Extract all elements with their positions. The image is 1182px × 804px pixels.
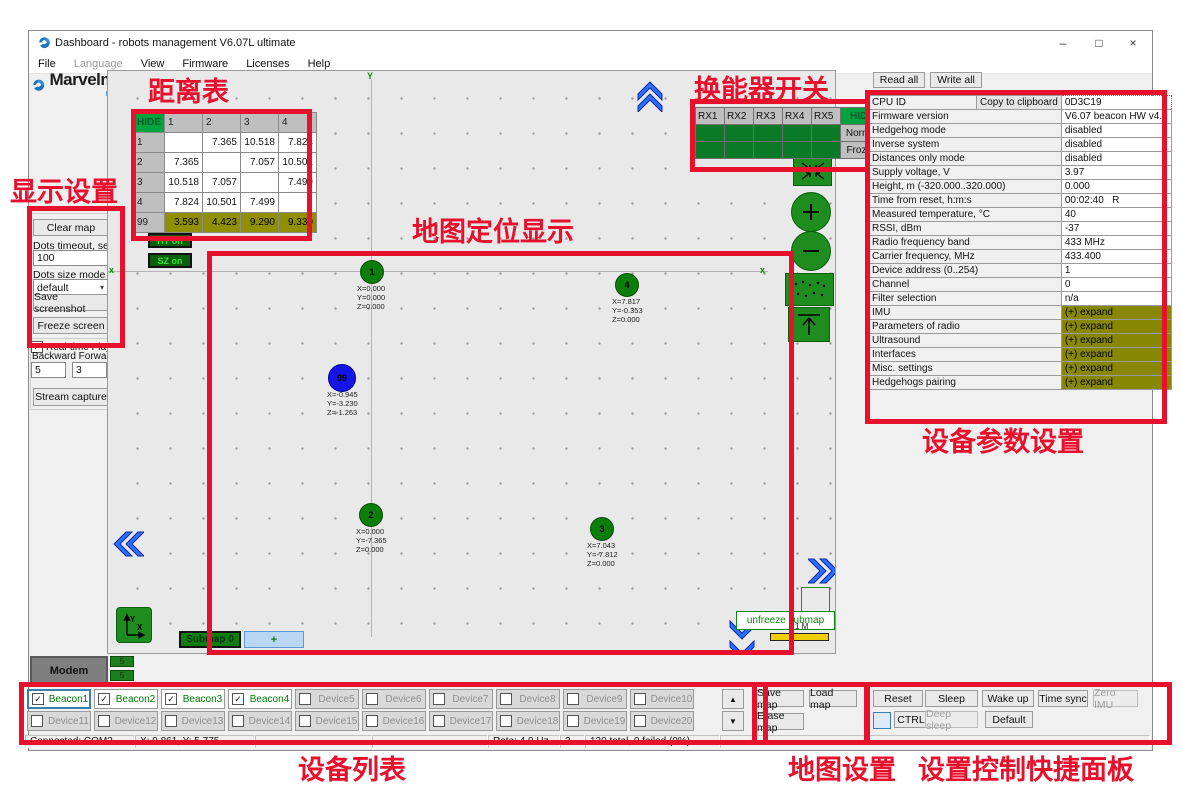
- annotation-box-display-settings: [27, 206, 125, 348]
- annotation-label-map-settings: 地图设置: [788, 748, 896, 787]
- close-button[interactable]: ×: [1116, 31, 1150, 54]
- zoom-out-button[interactable]: [791, 231, 831, 271]
- scale-label: 1 M: [795, 622, 808, 631]
- menu-item-help[interactable]: Help: [299, 58, 340, 70]
- svg-text:Y: Y: [130, 615, 136, 624]
- annotation-label-device-params: 设备参数设置: [922, 420, 1084, 459]
- menu-item-licenses[interactable]: Licenses: [237, 58, 298, 70]
- zoom-in-button[interactable]: [791, 192, 831, 232]
- pan-left-icon[interactable]: [112, 531, 144, 557]
- annotation-box-device-params: [865, 90, 1167, 424]
- menu-item-firmware[interactable]: Firmware: [173, 58, 237, 70]
- plus-icon: [800, 201, 822, 223]
- svg-text:X: X: [137, 623, 143, 632]
- dots-pattern-icon: [791, 279, 829, 301]
- annotation-box-device-list: [19, 682, 768, 745]
- sz-on-button[interactable]: SZ on: [148, 253, 192, 268]
- read-all-button[interactable]: Read all: [873, 72, 925, 88]
- stream-capture-button[interactable]: Stream capture: [33, 388, 109, 406]
- menu-item-view[interactable]: View: [132, 58, 174, 70]
- backward-input[interactable]: 5: [31, 362, 66, 378]
- annotation-label-transducer: 换能器开关: [694, 68, 829, 107]
- annotation-label-map: 地图定位显示: [412, 210, 574, 249]
- pan-up-icon[interactable]: [636, 80, 664, 112]
- forward-input[interactable]: 3: [72, 362, 107, 378]
- minimize-button[interactable]: –: [1046, 31, 1080, 54]
- annotation-box-map-settings: [752, 682, 870, 745]
- menu-item-language[interactable]: Language: [65, 58, 132, 70]
- window-title: Dashboard - robots management V6.07L ult…: [55, 37, 296, 49]
- annotation-label-control-panel: 设置控制快捷面板: [918, 748, 1134, 787]
- minus-icon: [800, 240, 822, 262]
- arrow-up-bar-icon: [796, 313, 822, 337]
- annotation-label-display-settings: 显示设置: [10, 170, 118, 209]
- modem-cell-top[interactable]: 5: [110, 656, 134, 667]
- menu-item-file[interactable]: File: [29, 58, 65, 70]
- annotation-label-device-list: 设备列表: [298, 748, 406, 787]
- write-all-button[interactable]: Write all: [930, 72, 982, 88]
- annotation-label-distance-table: 距离表: [148, 70, 229, 109]
- screenshot-root: Dashboard - robots management V6.07L ult…: [0, 0, 1182, 804]
- annotation-box-control-panel: [864, 682, 1172, 745]
- annotation-box-transducer: [690, 99, 870, 172]
- xy-axes-icon: Y X: [120, 611, 148, 639]
- logo-swirl-icon: [31, 72, 47, 98]
- title-bar: Dashboard - robots management V6.07L ult…: [29, 31, 1152, 54]
- annotation-box-map: [207, 251, 794, 655]
- app-icon: [37, 35, 52, 50]
- pan-right-icon[interactable]: [808, 558, 836, 584]
- backward-forward-label: Backward Forward: [32, 351, 115, 362]
- annotation-box-distance-table: [131, 109, 312, 241]
- maximize-button[interactable]: □: [1082, 31, 1116, 54]
- center-view-button[interactable]: [788, 307, 830, 342]
- map-y-axis-cap: Y: [367, 71, 373, 81]
- modem-cell-bottom[interactable]: 5: [110, 670, 134, 681]
- axis-orientation-icon: Y X: [116, 607, 152, 643]
